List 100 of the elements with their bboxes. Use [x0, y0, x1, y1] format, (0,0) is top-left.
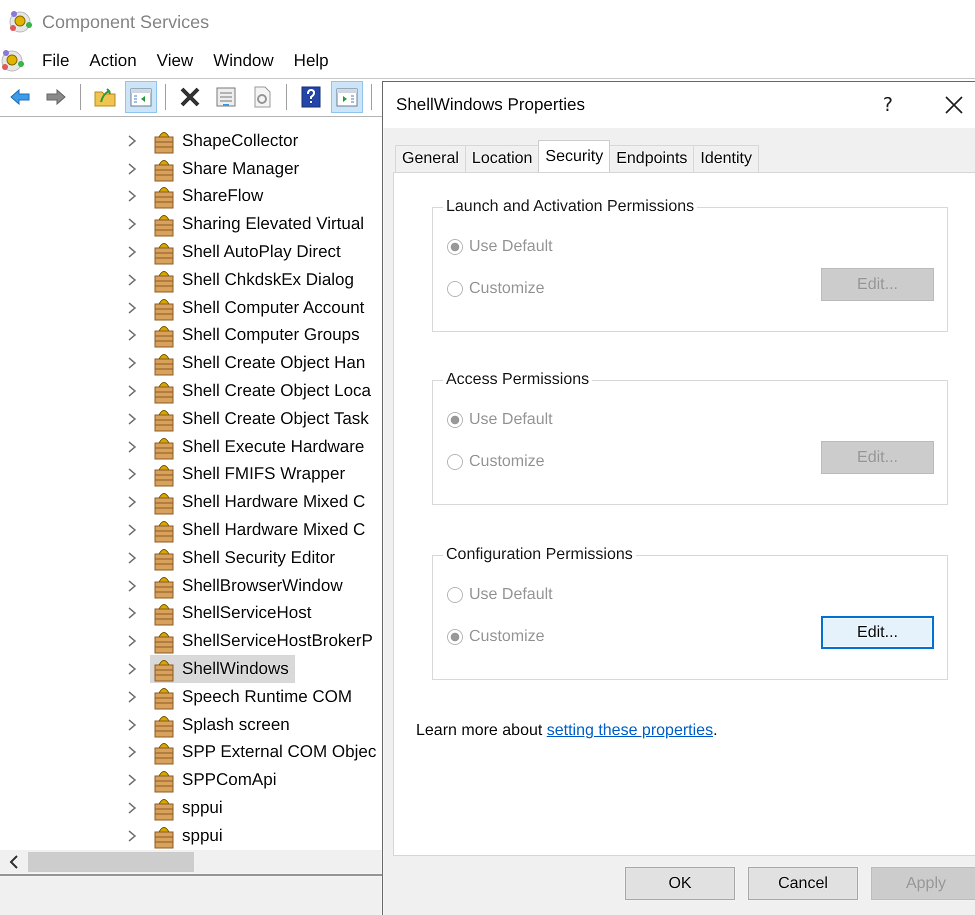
tree-item-label: ShellBrowserWindow: [182, 576, 343, 596]
expand-chevron-icon[interactable]: [126, 302, 138, 314]
tree-item[interactable]: Shell Execute Hardware: [150, 432, 370, 461]
menu-item[interactable]: Action: [79, 50, 147, 71]
menu-item[interactable]: File: [32, 50, 80, 71]
tree-item-label: ShapeCollector: [182, 130, 298, 151]
tree-item[interactable]: ShellWindows: [150, 655, 295, 684]
tree-item[interactable]: sppui: [150, 794, 229, 822]
tree-item-label: SPPComApi: [182, 770, 276, 790]
tree-item[interactable]: Share Manager: [150, 154, 306, 183]
tree-item-label: Shell Computer Groups: [182, 325, 360, 346]
tree-item[interactable]: SPP External COM Objec: [150, 738, 382, 766]
expand-chevron-icon[interactable]: [126, 663, 138, 675]
expand-chevron-icon[interactable]: [126, 774, 138, 786]
tree-item-label: ShareFlow: [182, 186, 264, 206]
expand-chevron-icon[interactable]: [126, 385, 138, 398]
close-icon[interactable]: [945, 96, 963, 114]
tree-item-label: Splash screen: [182, 714, 290, 735]
expand-chevron-icon[interactable]: [126, 830, 138, 842]
tree-item-label: Shell Create Object Han: [182, 353, 366, 374]
tree-item[interactable]: sppui: [150, 822, 229, 850]
tree-item-label: sppui: [182, 826, 223, 846]
tree-item-label: ShellWindows: [182, 659, 289, 680]
console-tree-icon[interactable]: [125, 81, 157, 114]
tree-item[interactable]: ShapeCollector: [150, 126, 304, 155]
tree-item[interactable]: Speech Runtime COM: [150, 682, 358, 711]
learn-more-text: Learn more about setting these properties.: [416, 722, 719, 740]
scroll-left-icon[interactable]: [8, 854, 20, 869]
expand-chevron-icon[interactable]: [126, 190, 138, 202]
tree-item[interactable]: Splash screen: [150, 710, 296, 739]
help-button[interactable]: ?: [882, 94, 893, 116]
expand-chevron-icon[interactable]: [126, 274, 138, 286]
tree-item[interactable]: Shell Security Editor: [150, 544, 342, 572]
tree-item[interactable]: Shell Create Object Han: [150, 349, 372, 378]
window-title: Component Services: [42, 12, 210, 33]
tree-item-label: Shell AutoPlay Direct: [182, 242, 341, 262]
dialog-button[interactable]: Cancel: [748, 867, 858, 900]
tree-item-label: Shell FMIFS Wrapper: [182, 464, 346, 484]
expand-chevron-icon[interactable]: [126, 552, 138, 564]
tree-item[interactable]: Shell FMIFS Wrapper: [150, 460, 352, 488]
tree-item[interactable]: ShareFlow: [150, 182, 270, 210]
app-icon: [0, 48, 26, 74]
tree-item[interactable]: ShellBrowserWindow: [150, 572, 349, 600]
tree-item-label: Shell Create Object Task: [182, 408, 369, 429]
tree-item-label: ShellServiceHost: [182, 603, 312, 624]
tree-item[interactable]: SPPComApi: [150, 766, 282, 794]
tree-item-label: Shell Hardware Mixed C: [182, 520, 366, 540]
menu-item[interactable]: Help: [284, 50, 339, 71]
expand-chevron-icon[interactable]: [126, 746, 138, 758]
expand-chevron-icon[interactable]: [126, 580, 138, 592]
expand-chevron-icon[interactable]: [126, 718, 138, 731]
tree-item-label: Shell ChkdskEx Dialog: [182, 270, 354, 290]
expand-chevron-icon[interactable]: [126, 357, 138, 370]
tab[interactable]: Security: [538, 140, 610, 172]
tree-item-label: Sharing Elevated Virtual: [182, 214, 364, 234]
tree-item[interactable]: ShellServiceHostBrokerP: [150, 627, 379, 656]
tree-item[interactable]: Shell ChkdskEx Dialog: [150, 266, 360, 294]
action-pane-icon[interactable]: [331, 81, 363, 114]
tree-item-label: Shell Security Editor: [182, 548, 336, 568]
tree-item[interactable]: Shell Hardware Mixed C: [150, 516, 372, 544]
edit-button[interactable]: Edit...: [821, 616, 934, 649]
expand-chevron-icon[interactable]: [126, 246, 138, 258]
tree-item[interactable]: Shell Create Object Task: [150, 404, 375, 433]
tree-item[interactable]: Shell Computer Account: [150, 294, 370, 322]
tree-item-label: sppui: [182, 798, 223, 818]
expand-chevron-icon[interactable]: [126, 468, 138, 480]
expand-chevron-icon[interactable]: [126, 440, 138, 453]
tree-item-label: Share Manager: [182, 158, 300, 179]
tree-item[interactable]: ShellServiceHost: [150, 599, 318, 628]
properties-link[interactable]: setting these properties: [546, 722, 714, 739]
dialog-title: ShellWindows Properties: [396, 95, 585, 115]
tree-item[interactable]: Shell Hardware Mixed C: [150, 488, 372, 516]
tree-item[interactable]: Shell Create Object Loca: [150, 377, 377, 406]
expand-chevron-icon[interactable]: [126, 496, 138, 508]
horizontal-scrollbar[interactable]: [0, 850, 383, 874]
tree-item-label: Shell Execute Hardware: [182, 436, 364, 457]
expand-chevron-icon[interactable]: [126, 690, 138, 703]
group-title: Configuration Permissions: [443, 546, 636, 564]
tree-item[interactable]: Shell AutoPlay Direct: [150, 238, 347, 266]
menu-item[interactable]: View: [146, 50, 204, 71]
scrollbar-thumb[interactable]: [28, 852, 194, 872]
tree-item-label: ShellServiceHostBrokerP: [182, 631, 373, 652]
expand-chevron-icon[interactable]: [126, 329, 138, 342]
expand-chevron-icon[interactable]: [126, 218, 138, 230]
menu-item[interactable]: Window: [203, 50, 284, 71]
expand-chevron-icon[interactable]: [126, 524, 138, 536]
tab[interactable]: General: [395, 145, 466, 172]
tree-item[interactable]: Shell Computer Groups: [150, 321, 366, 350]
expand-chevron-icon[interactable]: [126, 162, 138, 175]
tree-item[interactable]: Sharing Elevated Virtual: [150, 210, 370, 238]
expand-chevron-icon[interactable]: [126, 412, 138, 425]
tab[interactable]: Identity: [693, 145, 759, 172]
expand-chevron-icon[interactable]: [126, 134, 138, 147]
expand-chevron-icon[interactable]: [126, 635, 138, 648]
expand-chevron-icon[interactable]: [126, 802, 138, 814]
expand-chevron-icon[interactable]: [126, 607, 138, 620]
tree-item-label: Shell Create Object Loca: [182, 381, 371, 402]
dialog-button[interactable]: OK: [625, 867, 735, 900]
tree-item-label: Shell Hardware Mixed C: [182, 492, 366, 512]
tree-item-label: SPP External COM Objec: [182, 742, 376, 762]
